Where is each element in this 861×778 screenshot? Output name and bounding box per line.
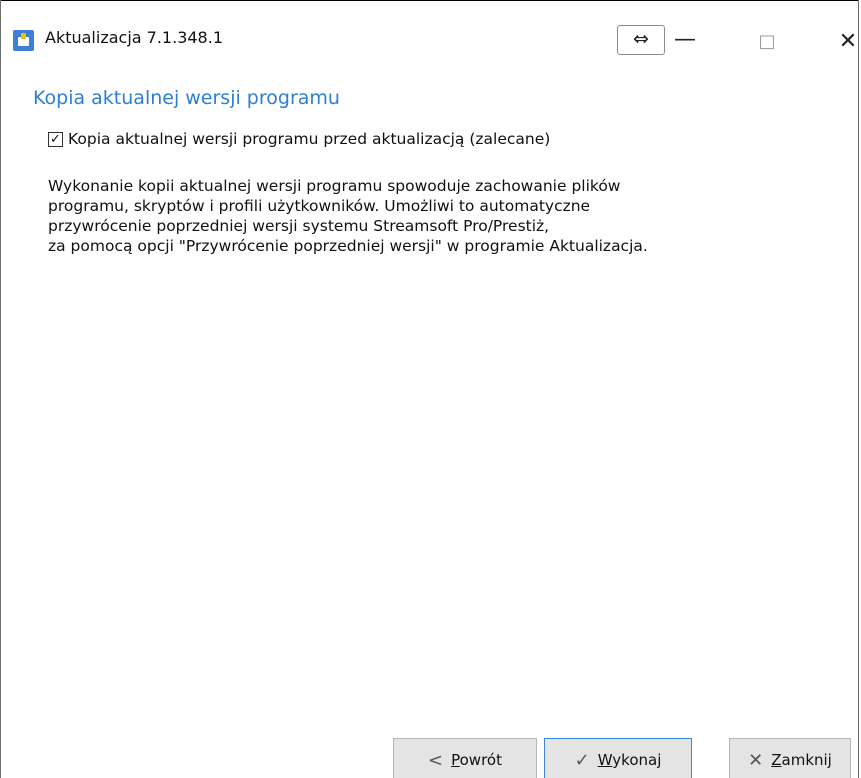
close-button-label: Zamknij xyxy=(771,751,832,769)
execute-button-label: Wykonaj xyxy=(597,751,662,769)
description-line: przywrócenie poprzedniej wersji systemu … xyxy=(48,217,550,235)
minimize-button[interactable]: — xyxy=(657,25,713,59)
back-button-label: Powrót xyxy=(451,751,502,769)
close-icon: ✕ xyxy=(838,29,858,54)
checkmark-icon: ✓ xyxy=(50,131,61,147)
page-heading: Kopia aktualnej wersji programu xyxy=(33,87,340,109)
maximize-icon: □ xyxy=(758,31,776,52)
execute-button[interactable]: ✓ Wykonaj xyxy=(544,738,692,778)
chevron-left-icon: < xyxy=(428,749,444,771)
window-title: Aktualizacja 7.1.348.1 xyxy=(45,28,223,47)
close-window-button[interactable]: ✕ xyxy=(820,25,858,59)
close-icon: ✕ xyxy=(748,749,764,771)
backup-option[interactable]: ✓ Kopia aktualnej wersji programu przed … xyxy=(48,128,550,150)
checkmark-icon: ✓ xyxy=(574,749,590,771)
description-line: Wykonanie kopii aktualnej wersji program… xyxy=(48,177,621,195)
description-line: za pomocą opcji "Przywrócenie poprzednie… xyxy=(48,237,648,255)
close-button[interactable]: ✕ Zamknij xyxy=(729,738,851,778)
description-text: Wykonanie kopii aktualnej wersji program… xyxy=(48,176,838,256)
update-window: Aktualizacja 7.1.348.1 ⇔ — □ ✕ Kopia akt… xyxy=(0,0,859,778)
backup-checkbox[interactable]: ✓ xyxy=(48,131,63,147)
resize-icon: ⇔ xyxy=(633,28,649,50)
back-button[interactable]: < Powrót xyxy=(393,738,537,778)
app-icon xyxy=(13,30,34,51)
description-line: programu, skryptów i profili użytkownikó… xyxy=(48,197,591,215)
minimize-icon: — xyxy=(674,27,696,52)
maximize-button[interactable]: □ xyxy=(739,25,795,59)
title-bar[interactable]: Aktualizacja 7.1.348.1 ⇔ — □ ✕ xyxy=(1,10,858,70)
backup-checkbox-label[interactable]: Kopia aktualnej wersji programu przed ak… xyxy=(68,130,550,148)
